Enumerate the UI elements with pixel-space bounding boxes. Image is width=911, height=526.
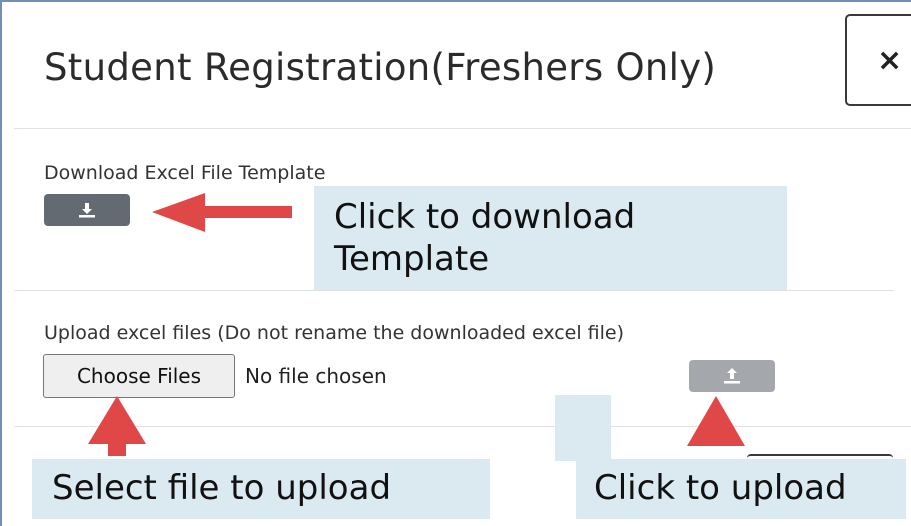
- annotation-arrows: [88, 193, 745, 456]
- up-arrow-choose: [88, 396, 146, 456]
- left-arrow: [152, 193, 292, 232]
- up-arrow-upload: [687, 396, 745, 446]
